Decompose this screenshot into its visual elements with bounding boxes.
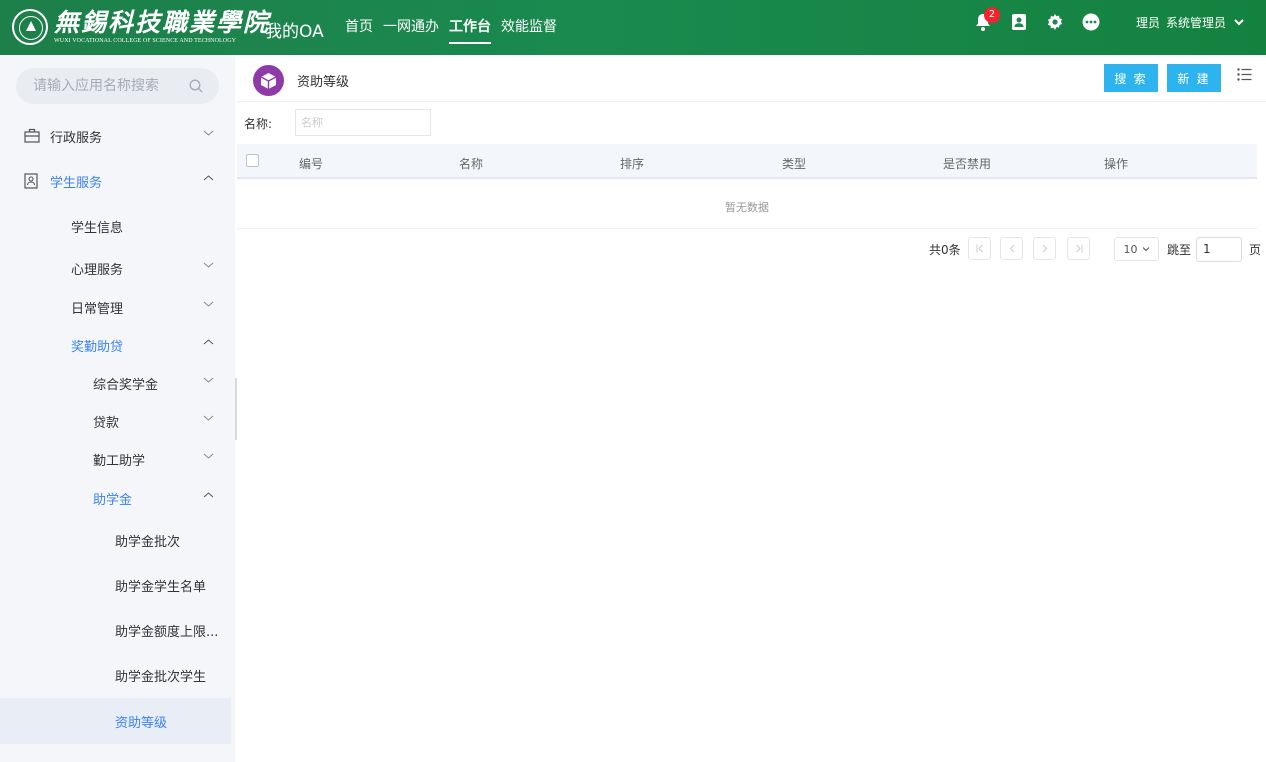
more-dots-icon	[1082, 13, 1100, 31]
app-name[interactable]: 我的OA	[265, 17, 324, 42]
page-title: 资助等级	[297, 75, 350, 90]
app-icon	[253, 65, 284, 96]
list-menu-icon[interactable]	[1237, 68, 1252, 81]
last-page-icon	[1075, 244, 1082, 253]
sidebar-item-work-study[interactable]: 勤工助学	[0, 439, 231, 479]
nav-one-stop[interactable]: 一网通办	[383, 16, 439, 44]
next-page-button[interactable]	[1033, 237, 1056, 260]
table-header: 编号 名称 排序 类型 是否禁用 操作	[237, 144, 1257, 179]
nav-home[interactable]: 首页	[345, 16, 373, 44]
empty-table-message: 暂无数据	[237, 179, 1257, 229]
top-header: 無錫科技職業學院 WUXI VOCATIONAL COLLEGE OF SCIE…	[0, 0, 1266, 55]
app-search-input[interactable]: 请输入应用名称搜索	[16, 68, 219, 104]
sidebar-item-loans[interactable]: 贷款	[0, 401, 231, 441]
gear-icon	[1047, 14, 1062, 30]
jump-to-label: 跳至	[1167, 243, 1192, 257]
page-size-select[interactable]: 10	[1114, 237, 1159, 261]
college-emblem-icon	[12, 9, 48, 45]
column-header-order[interactable]: 排序	[620, 155, 644, 172]
name-filter-input[interactable]: 名称	[295, 109, 431, 136]
column-header-type[interactable]: 类型	[782, 155, 806, 172]
sidebar-item-awards-aid[interactable]: 奖勤助贷	[0, 325, 231, 365]
page-header: 资助等级 搜 索 新 建	[237, 55, 1266, 102]
page-suffix-label: 页	[1249, 243, 1262, 257]
chevron-down-icon	[203, 130, 214, 136]
sidebar-item-grant-batch-students[interactable]: 助学金批次学生	[0, 655, 231, 695]
contacts-button[interactable]	[1010, 13, 1028, 31]
name-filter-label: 名称:	[244, 117, 273, 131]
last-page-button[interactable]	[1067, 237, 1090, 260]
search-placeholder: 请输入应用名称搜索	[33, 78, 159, 94]
chevron-right-icon	[1042, 244, 1047, 253]
chevron-down-icon	[1142, 247, 1149, 252]
sidebar-item-grant-batches[interactable]: 助学金批次	[0, 520, 231, 560]
select-all-checkbox[interactable]	[246, 154, 259, 167]
sidebar: 请输入应用名称搜索 行政服务 学生服务 学生信息 心理服务 日常管理 奖勤助贷 …	[0, 55, 235, 762]
column-header-disabled[interactable]: 是否禁用	[943, 155, 991, 172]
chevron-left-icon	[1009, 244, 1014, 253]
more-button[interactable]	[1082, 13, 1100, 31]
briefcase-icon	[24, 128, 40, 143]
sidebar-item-student-services[interactable]: 学生服务	[0, 161, 231, 201]
chevron-down-icon	[203, 415, 214, 421]
nav-workbench[interactable]: 工作台	[449, 16, 491, 44]
logo-chinese-name: 無錫科技職業學院	[54, 8, 271, 37]
user-role: 理员	[1135, 15, 1160, 30]
nav-efficiency[interactable]: 效能监督	[501, 16, 557, 44]
sidebar-item-aid-levels[interactable]: 资助等级	[0, 698, 231, 744]
chevron-up-icon	[203, 339, 214, 345]
pagination-total: 共0条	[929, 243, 961, 257]
chevron-up-icon	[203, 175, 214, 181]
top-nav: 首页 一网通办 工作台 效能监督	[345, 16, 567, 44]
chevron-up-icon	[203, 492, 214, 498]
sidebar-item-grant-limit[interactable]: 助学金额度上限...	[0, 610, 231, 650]
jump-to-page-input[interactable]: 1	[1196, 237, 1242, 262]
chevron-down-icon	[203, 262, 214, 268]
search-icon[interactable]	[189, 79, 203, 93]
chevron-down-icon	[203, 377, 214, 383]
prev-page-button[interactable]	[1000, 237, 1023, 260]
chevron-down-icon	[203, 301, 214, 307]
user-menu[interactable]: 理员 系统管理员	[1136, 14, 1244, 31]
address-book-icon	[1011, 14, 1026, 30]
college-logo[interactable]: 無錫科技職業學院 WUXI VOCATIONAL COLLEGE OF SCIE…	[12, 9, 270, 45]
settings-button[interactable]	[1046, 13, 1064, 31]
sidebar-item-admin-services[interactable]: 行政服务	[0, 116, 231, 156]
cube-icon	[260, 72, 277, 89]
column-header-name[interactable]: 名称	[459, 155, 483, 172]
chevron-down-icon	[203, 453, 214, 459]
notification-badge: 2	[983, 7, 1000, 23]
sidebar-item-daily-management[interactable]: 日常管理	[0, 287, 231, 327]
sidebar-item-grants[interactable]: 助学金	[0, 478, 231, 518]
column-header-actions[interactable]: 操作	[1104, 155, 1128, 172]
main-content: 资助等级 搜 索 新 建 名称: 名称 编号 名称 排序 类型 是否禁用 操作 …	[237, 55, 1266, 762]
notification-button[interactable]: 2	[974, 7, 1000, 31]
logo-english-name: WUXI VOCATIONAL COLLEGE OF SCIENCE AND T…	[54, 38, 237, 44]
first-page-icon	[976, 244, 983, 253]
column-header-id[interactable]: 编号	[299, 155, 323, 172]
user-name: 系统管理员	[1165, 15, 1226, 30]
sidebar-item-grant-student-list[interactable]: 助学金学生名单	[0, 565, 231, 605]
id-card-icon	[24, 173, 38, 189]
chevron-down-icon	[1234, 18, 1244, 25]
first-page-button[interactable]	[968, 237, 991, 260]
sidebar-item-psych-services[interactable]: 心理服务	[0, 248, 231, 288]
sidebar-item-student-info[interactable]: 学生信息	[0, 206, 231, 246]
new-button[interactable]: 新 建	[1167, 64, 1221, 92]
search-button[interactable]: 搜 索	[1104, 64, 1158, 92]
sidebar-item-comprehensive-scholarship[interactable]: 综合奖学金	[0, 363, 231, 403]
